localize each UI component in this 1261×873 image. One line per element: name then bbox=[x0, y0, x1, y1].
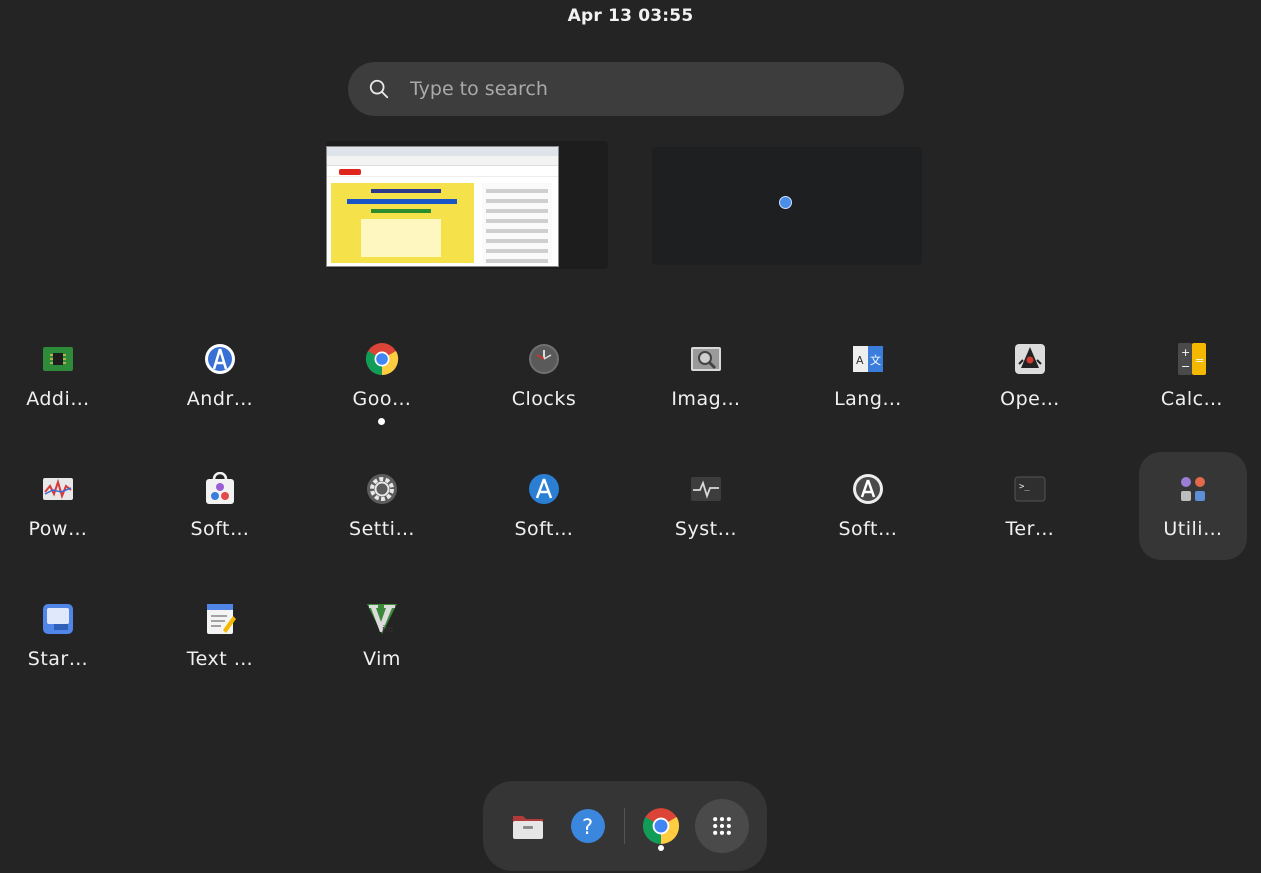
android-studio-window-icon bbox=[779, 196, 792, 209]
svg-text:im: im bbox=[382, 625, 393, 635]
dock-google-chrome[interactable] bbox=[638, 803, 684, 849]
language-icon: A文 bbox=[851, 342, 885, 376]
dock-separator bbox=[624, 808, 625, 844]
calculator-icon: + − = bbox=[1175, 342, 1209, 376]
app-android-studio[interactable]: Andr… bbox=[166, 329, 274, 437]
app-settings[interactable]: Setti… bbox=[328, 459, 436, 567]
utilities-folder-icon bbox=[1176, 472, 1210, 506]
app-text-editor[interactable]: Text … bbox=[166, 589, 274, 697]
app-software-updater[interactable]: Soft… bbox=[490, 459, 598, 567]
browser-window-thumbnail[interactable] bbox=[326, 146, 559, 267]
page-sidebar-thumbnail bbox=[482, 183, 552, 263]
image-viewer-icon bbox=[689, 342, 723, 376]
app-label: Ope… bbox=[1000, 388, 1060, 410]
svg-text:A: A bbox=[856, 354, 864, 367]
dock-show-apps[interactable] bbox=[695, 799, 749, 853]
app-addi[interactable]: Addi… bbox=[4, 329, 112, 437]
terminal-icon: >_ bbox=[1013, 472, 1047, 506]
help-icon: ? bbox=[571, 809, 605, 843]
app-label: Ter… bbox=[1005, 518, 1055, 540]
clocks-icon bbox=[527, 342, 561, 376]
svg-text:=: = bbox=[1195, 354, 1204, 367]
search-box[interactable] bbox=[348, 62, 904, 116]
app-calculator[interactable]: + − = Calc… bbox=[1138, 329, 1246, 437]
app-openjdk[interactable]: Ope… bbox=[976, 329, 1084, 437]
app-label: Imag… bbox=[671, 388, 741, 410]
running-indicator bbox=[658, 845, 664, 851]
google-chrome-icon bbox=[365, 342, 399, 376]
app-label: Setti… bbox=[349, 518, 415, 540]
system-monitor-icon bbox=[689, 472, 723, 506]
app-clocks[interactable]: Clocks bbox=[490, 329, 598, 437]
software-updater-icon bbox=[527, 472, 561, 506]
app-label: Andr… bbox=[186, 388, 254, 410]
app-image-viewer[interactable]: Imag… bbox=[652, 329, 760, 437]
files-icon bbox=[513, 816, 543, 839]
app-system-monitor[interactable]: Syst… bbox=[652, 459, 760, 567]
app-label: Addi… bbox=[26, 388, 90, 410]
app-startup-disk-creator[interactable]: Star… bbox=[4, 589, 112, 697]
svg-text:文: 文 bbox=[870, 353, 881, 367]
text-editor-icon bbox=[203, 602, 237, 636]
openjdk-duke-icon bbox=[1013, 342, 1047, 376]
app-label: Utili… bbox=[1163, 518, 1223, 540]
search-icon bbox=[369, 79, 389, 99]
svg-text:+: + bbox=[1181, 346, 1190, 359]
app-label: Soft… bbox=[514, 518, 574, 540]
software-bag-icon bbox=[203, 472, 237, 506]
android-studio-icon bbox=[203, 342, 237, 376]
app-terminal[interactable]: >_ Ter… bbox=[976, 459, 1084, 567]
dock-help[interactable]: ? bbox=[565, 803, 611, 849]
app-utilities-folder[interactable]: Utili… bbox=[1139, 452, 1247, 560]
vim-icon: im bbox=[365, 602, 399, 636]
running-indicator bbox=[378, 418, 385, 425]
app-language-support[interactable]: A文 Lang… bbox=[814, 329, 922, 437]
svg-text:>_: >_ bbox=[1019, 482, 1030, 492]
google-chrome-icon bbox=[643, 808, 680, 844]
search-input[interactable] bbox=[408, 77, 852, 101]
app-label: Star… bbox=[27, 648, 89, 670]
app-label: Pow… bbox=[28, 518, 88, 540]
app-vim[interactable]: im Vim bbox=[328, 589, 436, 697]
page-hero-thumbnail bbox=[331, 183, 474, 263]
app-software[interactable]: Soft… bbox=[166, 459, 274, 567]
app-label: Calc… bbox=[1160, 388, 1224, 410]
app-label: Text … bbox=[186, 648, 254, 670]
power-statistics-icon bbox=[41, 472, 75, 506]
addi-chip-icon bbox=[41, 342, 75, 376]
app-google-chrome[interactable]: Goo… bbox=[328, 329, 436, 437]
app-label: Lang… bbox=[834, 388, 902, 410]
svg-text:?: ? bbox=[582, 815, 593, 839]
app-label: Goo… bbox=[352, 388, 412, 410]
startup-disk-icon bbox=[41, 602, 75, 636]
app-label: Soft… bbox=[838, 518, 898, 540]
dash-dock: ? bbox=[483, 781, 767, 871]
app-label: Syst… bbox=[674, 518, 738, 540]
app-label: Clocks bbox=[511, 388, 577, 410]
activities-overview: Apr 13 03:55 Addi… bbox=[0, 0, 1261, 873]
app-label: Vim bbox=[363, 648, 401, 670]
show-apps-icon bbox=[713, 817, 731, 835]
dock-files[interactable] bbox=[505, 803, 551, 849]
top-bar-clock[interactable]: Apr 13 03:55 bbox=[0, 6, 1261, 26]
app-software-properties[interactable]: Soft… bbox=[814, 459, 922, 567]
app-power-statistics[interactable]: Pow… bbox=[4, 459, 112, 567]
svg-text:−: − bbox=[1181, 360, 1190, 373]
workspace-thumbnail-2[interactable] bbox=[652, 147, 922, 265]
software-properties-icon bbox=[851, 472, 885, 506]
youtube-logo-thumbnail bbox=[339, 169, 361, 175]
workspace-thumbnail-1[interactable] bbox=[326, 141, 608, 269]
settings-gear-icon bbox=[365, 472, 399, 506]
app-label: Soft… bbox=[190, 518, 250, 540]
